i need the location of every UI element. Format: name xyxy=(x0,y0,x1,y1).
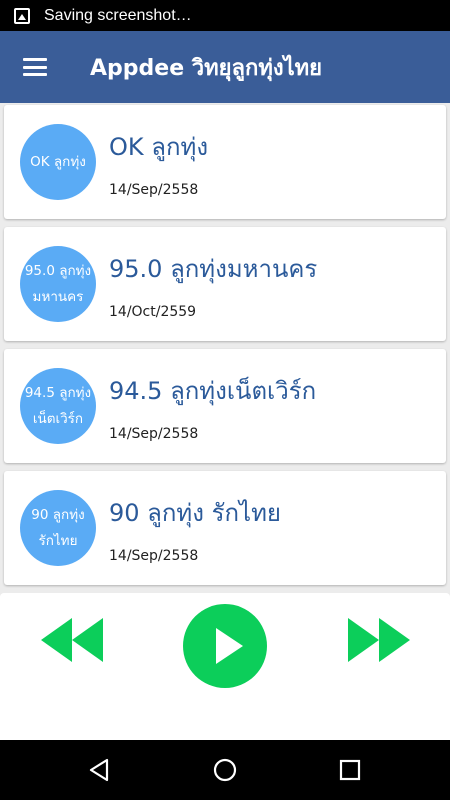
home-circle-icon[interactable] xyxy=(212,757,238,783)
station-card[interactable]: 94.5 ลูกทุ่ง เน็ตเวิร์ก 94.5 ลูกทุ่งเน็ต… xyxy=(4,349,446,463)
station-logo: OK ลูกทุ่ง xyxy=(20,124,96,200)
image-icon xyxy=(14,7,30,24)
station-card[interactable]: OK ลูกทุ่ง OK ลูกทุ่ง 14/Sep/2558 xyxy=(4,105,446,219)
station-date: 14/Oct/2559 xyxy=(109,303,197,320)
station-name: 95.0 ลูกทุ่งมหานคร xyxy=(109,254,318,283)
logo-line2: รักไทย xyxy=(38,533,78,549)
play-icon xyxy=(216,628,243,664)
recent-apps-square-icon[interactable] xyxy=(337,757,363,783)
rewind-icon[interactable] xyxy=(39,616,105,664)
station-name: 94.5 ลูกทุ่งเน็ตเวิร์ก xyxy=(109,376,317,405)
station-logo: 94.5 ลูกทุ่ง เน็ตเวิร์ก xyxy=(20,368,96,444)
station-date: 14/Sep/2558 xyxy=(109,547,199,564)
station-date: 14/Sep/2558 xyxy=(109,181,199,198)
navigation-bar xyxy=(0,740,450,800)
station-logo: 90 ลูกทุ่ง รักไทย xyxy=(20,490,96,566)
station-name: 90 ลูกทุ่ง รักไทย xyxy=(109,498,281,527)
station-logo: 95.0 ลูกทุ่ง มหานคร xyxy=(20,246,96,322)
logo-line2: เน็ตเวิร์ก xyxy=(32,411,84,427)
station-name: OK ลูกทุ่ง xyxy=(109,132,209,161)
station-card[interactable]: 90 ลูกทุ่ง รักไทย 90 ลูกทุ่ง รักไทย 14/S… xyxy=(4,471,446,585)
logo-line2: มหานคร xyxy=(32,289,84,305)
play-button[interactable] xyxy=(183,604,267,688)
logo-line1: OK ลูกทุ่ง xyxy=(30,154,86,170)
app-bar: Appdee วิทยุลูกทุ่งไทย xyxy=(0,31,450,103)
logo-line1: 90 ลูกทุ่ง xyxy=(31,507,85,523)
logo-line1: 94.5 ลูกทุ่ง xyxy=(24,385,92,401)
status-text: Saving screenshot… xyxy=(44,6,192,24)
station-list: OK ลูกทุ่ง OK ลูกทุ่ง 14/Sep/2558 95.0 ล… xyxy=(4,105,446,593)
hamburger-menu-icon[interactable] xyxy=(23,58,47,76)
logo-line1: 95.0 ลูกทุ่ง xyxy=(24,263,92,279)
status-bar: Saving screenshot… xyxy=(0,0,450,31)
player-panel xyxy=(0,593,450,740)
station-card[interactable]: 95.0 ลูกทุ่ง มหานคร 95.0 ลูกทุ่งมหานคร 1… xyxy=(4,227,446,341)
back-triangle-icon[interactable] xyxy=(87,757,113,783)
fast-forward-icon[interactable] xyxy=(346,616,412,664)
app-title: Appdee วิทยุลูกทุ่งไทย xyxy=(90,55,323,81)
station-date: 14/Sep/2558 xyxy=(109,425,199,442)
